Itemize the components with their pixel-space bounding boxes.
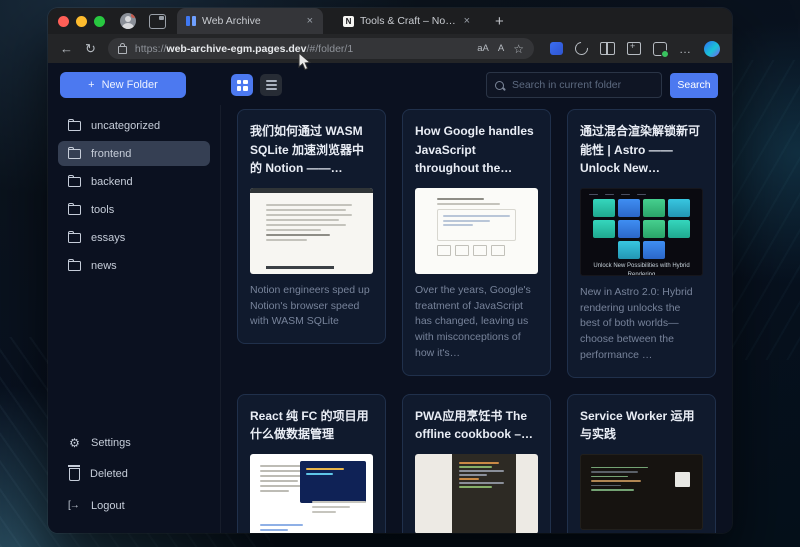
trash-icon (69, 468, 80, 481)
desktop-wallpaper: Web Archive × N Tools & Craft – Notion B… (0, 0, 800, 547)
sidebar: uncategorized frontend backend tools ess… (48, 105, 220, 533)
close-window-button[interactable] (58, 16, 69, 27)
card-google-javascript[interactable]: How Google handles JavaScript throughout… (402, 109, 551, 376)
folder-icon (68, 177, 81, 187)
url-field-actions: aA A ☆ (477, 43, 524, 55)
card-grid: 我们如何通过 WASM SQLite 加速浏览器中的 Notion ——… (237, 109, 716, 533)
card-title: 我们如何通过 WASM SQLite 加速浏览器中的 Notion ——… (250, 122, 373, 178)
folder-icon (68, 261, 81, 271)
card-description: New in Astro 2.0: Hybrid rendering unloc… (580, 285, 703, 364)
card-title: PWA应用烹饪书 The offline cookbook –… (415, 407, 538, 444)
folder-icon (68, 205, 81, 215)
sidebar-item-logout[interactable]: [→Logout (58, 493, 210, 518)
url-field[interactable]: https://web-archive-egm.pages.dev/#/fold… (108, 38, 534, 59)
lock-icon (118, 46, 127, 54)
sidebar-item-deleted[interactable]: Deleted (58, 461, 210, 487)
new-tab-button[interactable]: + (495, 14, 504, 29)
card-astro-hybrid[interactable]: 通过混合渲染解锁新可能性 | Astro —— Unlock New… Unlo… (567, 109, 716, 378)
extension-icon-blue[interactable] (550, 42, 563, 55)
card-thumbnail (250, 454, 373, 533)
read-aloud-icon[interactable]: A (498, 44, 504, 54)
card-thumbnail: Unlock New Possibilities with Hybrid Ren… (580, 188, 703, 276)
sidebar-item-frontend[interactable]: frontend (58, 141, 210, 166)
sidebar-item-news[interactable]: news (58, 253, 210, 278)
reload-button[interactable]: ↻ (85, 42, 96, 55)
grid-view-button[interactable] (231, 74, 253, 96)
browser-window: Web Archive × N Tools & Craft – Notion B… (48, 8, 732, 533)
card-wasm-sqlite[interactable]: 我们如何通过 WASM SQLite 加速浏览器中的 Notion ——… (237, 109, 386, 344)
close-tab-icon[interactable]: × (463, 16, 471, 27)
split-screen-icon[interactable] (600, 42, 615, 55)
tab-strip: Web Archive × N Tools & Craft – Notion B… (48, 8, 732, 34)
sidebar-item-settings[interactable]: ⚙Settings (58, 430, 210, 455)
card-service-worker[interactable]: Service Worker 运用与实践 通过对Service Worker的理… (567, 394, 716, 533)
web-archive-app: + New Folder Search uncategorized (48, 63, 732, 533)
logout-icon: [→ (68, 500, 81, 511)
more-menu-icon[interactable]: … (679, 42, 692, 56)
sidebar-item-backend[interactable]: backend (58, 169, 210, 194)
web-archive-favicon (186, 16, 196, 26)
list-icon (266, 80, 277, 90)
profile-avatar[interactable] (120, 13, 136, 29)
card-title: Service Worker 运用与实践 (580, 407, 703, 444)
sidebar-footer: ⚙Settings Deleted [→Logout (58, 430, 210, 521)
card-thumbnail (580, 454, 703, 530)
sidebar-item-essays[interactable]: essays (58, 225, 210, 250)
tab-notion-blog[interactable]: N Tools & Craft – Notion Blog × (334, 8, 480, 34)
view-toggles (231, 74, 282, 96)
search-icon (495, 81, 504, 90)
card-grid-area: 我们如何通过 WASM SQLite 加速浏览器中的 Notion ——… (220, 105, 732, 533)
browser-essentials-icon[interactable] (572, 39, 590, 57)
card-title: React 纯 FC 的项目用什么做数据管理 (250, 407, 373, 444)
close-tab-icon[interactable]: × (306, 16, 314, 27)
notion-favicon: N (343, 16, 354, 27)
collections-icon[interactable] (627, 42, 641, 55)
card-title: How Google handles JavaScript throughout… (415, 122, 538, 178)
card-title: 通过混合渲染解锁新可能性 | Astro —— Unlock New… (580, 122, 703, 178)
app-body: uncategorized frontend backend tools ess… (48, 105, 732, 533)
search-button[interactable]: Search (670, 73, 718, 98)
page-url: https://web-archive-egm.pages.dev/#/fold… (135, 43, 353, 55)
favorite-star-icon[interactable]: ☆ (513, 43, 524, 55)
tab-label: Tools & Craft – Notion Blog (360, 15, 457, 27)
folder-icon (68, 233, 81, 243)
thumbnail-qr-square (675, 472, 690, 487)
list-view-button[interactable] (260, 74, 282, 96)
translate-icon[interactable]: aA (477, 44, 489, 54)
avatar-badge (131, 13, 136, 18)
minimize-window-button[interactable] (76, 16, 87, 27)
grid-icon (237, 80, 248, 91)
address-bar: ← ↻ https://web-archive-egm.pages.dev/#/… (48, 34, 732, 63)
app-toolbar: + New Folder Search (48, 63, 732, 105)
copilot-icon[interactable] (704, 41, 720, 57)
card-thumbnail (250, 188, 373, 274)
card-thumbnail (415, 188, 538, 274)
zoom-window-button[interactable] (94, 16, 105, 27)
search-input[interactable] (510, 78, 653, 92)
folder-open-icon (68, 149, 81, 159)
plus-icon: + (88, 79, 94, 91)
folder-icon (68, 121, 81, 131)
gear-icon: ⚙ (68, 437, 81, 449)
card-description: Notion engineers sped up Notion's browse… (250, 283, 373, 330)
back-button[interactable]: ← (60, 42, 73, 55)
toolbar-extensions: … (550, 41, 720, 57)
card-react-fc[interactable]: React 纯 FC 的项目用什么做数据管理 组件内部状态用 us (237, 394, 386, 533)
tab-label: Web Archive (202, 15, 300, 27)
thumbnail-caption: Unlock New Possibilities with Hybrid Ren… (581, 262, 702, 276)
sidebar-item-tools[interactable]: tools (58, 197, 210, 222)
tab-web-archive[interactable]: Web Archive × (177, 8, 323, 34)
sidebar-item-uncategorized[interactable]: uncategorized (58, 113, 210, 138)
card-description: Over the years, Google's treatment of Ja… (415, 283, 538, 362)
tab-switcher-icon[interactable] (149, 14, 166, 29)
card-thumbnail (415, 454, 538, 533)
extensions-icon[interactable] (653, 42, 667, 56)
new-folder-button[interactable]: + New Folder (60, 72, 186, 98)
search-box[interactable] (486, 72, 662, 98)
card-pwa-cookbook[interactable]: PWA应用烹饪书 The offline cookbook –… (402, 394, 551, 533)
